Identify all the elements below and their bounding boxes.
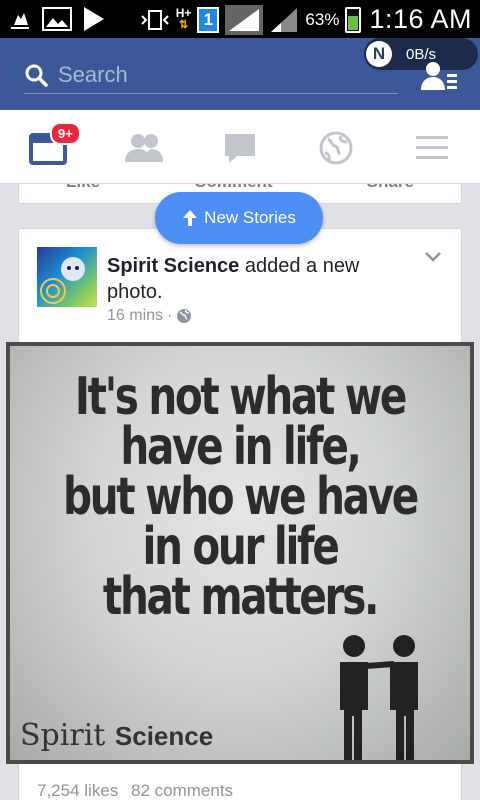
gallery-icon (42, 7, 72, 31)
battery-percent: 63% (305, 9, 340, 29)
status-bar: H+ ⇅ 1 63% 1:16 AM (0, 0, 480, 38)
friend-requests-icon (125, 134, 163, 162)
like-button[interactable]: Like (66, 184, 100, 192)
friends-list-icon[interactable] (420, 60, 458, 94)
clock: 1:16 AM (369, 4, 472, 34)
public-globe-icon (177, 309, 192, 323)
post-options-chevron-icon[interactable] (423, 247, 443, 267)
tab-friend-requests[interactable] (124, 128, 164, 168)
new-stories-label: New Stories (204, 208, 296, 227)
author-name[interactable]: Spirit Science (107, 255, 239, 277)
arrow-up-icon (183, 210, 198, 226)
network-type: H+ ⇅ (175, 6, 192, 31)
vibrate-icon (141, 9, 169, 30)
notification-badge: 9+ (50, 122, 81, 145)
two-people-illustration (340, 635, 418, 760)
play-store-icon (84, 7, 104, 31)
usb-debug-icon (11, 13, 29, 29)
page-avatar[interactable] (37, 247, 97, 307)
search-input[interactable] (58, 61, 358, 88)
tab-menu[interactable] (412, 128, 452, 168)
search-bar[interactable] (24, 56, 398, 94)
avatar-art (40, 257, 85, 304)
photo-quote-text: It's not what we have in life, but who w… (63, 367, 419, 627)
likes-count[interactable]: 7,254 likes (37, 781, 118, 800)
signal-icon (225, 4, 264, 35)
photo-brand: Spirit Science (20, 718, 214, 753)
signal-icon-2 (271, 7, 298, 32)
battery-icon (345, 6, 362, 33)
post-photo[interactable]: It's not what we have in life, but who w… (6, 342, 474, 764)
app-header: N 0B/s (0, 38, 480, 110)
menu-icon (416, 136, 448, 159)
tab-bar: 9+ (0, 110, 480, 184)
post-title: Spirit Science added a new photo. (107, 253, 417, 305)
post-stats: 7,254 likes 82 comments (37, 781, 241, 800)
share-button[interactable]: Share (367, 184, 414, 192)
search-icon (25, 64, 48, 87)
meta-separator: · (167, 307, 173, 324)
comments-count[interactable]: 82 comments (131, 781, 233, 800)
sim-icon: 1 (197, 6, 220, 33)
new-stories-button[interactable]: New Stories (155, 192, 323, 244)
globe-icon (319, 131, 353, 165)
post-time[interactable]: 16 mins (107, 307, 163, 325)
tab-messages[interactable] (220, 128, 260, 168)
messages-icon (225, 134, 255, 163)
tab-notifications[interactable] (316, 128, 356, 168)
post-meta: 16 mins · (107, 307, 192, 325)
speed-monitor-icon: N (366, 41, 392, 67)
comment-button[interactable]: Comment (194, 184, 272, 192)
